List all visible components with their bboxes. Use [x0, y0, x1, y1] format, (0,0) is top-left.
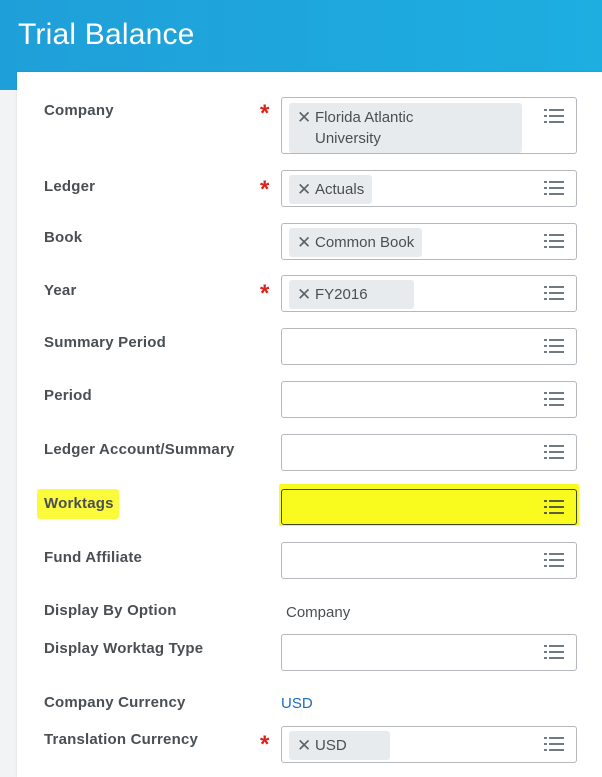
book-selected-pill: ✕ Common Book	[289, 228, 423, 257]
required-indicator: *	[260, 100, 270, 127]
form-panel: Company * ✕ Florida Atlantic University …	[17, 72, 602, 777]
ledger-account-summary-field[interactable]	[281, 434, 577, 471]
ledger-field[interactable]: ✕ Actuals	[281, 170, 577, 207]
period-field[interactable]	[281, 381, 577, 418]
page-title: Trial Balance	[18, 18, 195, 51]
list-prompt-icon[interactable]	[544, 286, 564, 302]
company-label: Company	[44, 102, 114, 119]
required-indicator: *	[260, 176, 270, 203]
list-prompt-icon[interactable]	[544, 181, 564, 197]
company-currency-label: Company Currency	[44, 694, 186, 711]
close-icon[interactable]: ✕	[297, 233, 311, 252]
close-icon[interactable]: ✕	[297, 180, 311, 199]
translation-currency-label: Translation Currency	[44, 731, 199, 748]
company-value-line1: Florida Atlantic	[315, 109, 414, 126]
list-prompt-icon[interactable]	[544, 737, 564, 753]
ledger-selected-pill: ✕ Actuals	[289, 175, 373, 204]
ledger-value: Actuals	[315, 181, 365, 198]
close-icon[interactable]: ✕	[297, 108, 311, 127]
year-selected-pill: ✕ FY2016	[289, 280, 414, 309]
list-prompt-icon[interactable]	[544, 553, 564, 569]
display-worktag-type-field[interactable]	[281, 634, 577, 671]
period-label: Period	[44, 387, 92, 404]
year-value: FY2016	[315, 286, 368, 303]
fund-affiliate-field[interactable]	[281, 542, 577, 579]
company-field[interactable]: ✕ Florida Atlantic University	[281, 97, 577, 154]
book-field[interactable]: ✕ Common Book	[281, 223, 577, 260]
required-indicator: *	[260, 731, 270, 758]
ledger-label: Ledger	[44, 178, 96, 195]
year-field[interactable]: ✕ FY2016	[281, 275, 577, 312]
summary-period-field[interactable]	[281, 328, 577, 365]
summary-period-label: Summary Period	[44, 334, 167, 351]
translation-currency-selected-pill: ✕ USD	[289, 731, 390, 760]
company-currency-link[interactable]: USD	[281, 695, 313, 712]
worktags-label: Worktags	[44, 495, 114, 512]
list-prompt-icon[interactable]	[544, 234, 564, 250]
close-icon[interactable]: ✕	[297, 285, 311, 304]
display-worktag-type-label: Display Worktag Type	[44, 640, 204, 657]
list-prompt-icon[interactable]	[544, 109, 564, 125]
fund-affiliate-label: Fund Affiliate	[44, 549, 143, 566]
display-by-option-label: Display By Option	[44, 602, 177, 619]
list-prompt-icon[interactable]	[544, 645, 564, 661]
display-by-option-value: Company	[286, 604, 351, 621]
close-icon[interactable]: ✕	[297, 736, 311, 755]
company-selected-pill: ✕ Florida Atlantic University	[289, 103, 522, 153]
ledger-account-summary-label: Ledger Account/Summary	[44, 441, 235, 458]
list-prompt-icon[interactable]	[544, 392, 564, 408]
list-prompt-icon[interactable]	[544, 500, 564, 516]
book-label: Book	[44, 229, 83, 246]
book-value: Common Book	[315, 234, 415, 251]
translation-currency-value: USD	[315, 737, 347, 754]
list-prompt-icon[interactable]	[544, 445, 564, 461]
worktags-field[interactable]	[281, 489, 577, 525]
translation-currency-field[interactable]: ✕ USD	[281, 726, 577, 763]
company-value-line2: University	[315, 130, 381, 147]
list-prompt-icon[interactable]	[544, 339, 564, 355]
year-label: Year	[44, 282, 77, 299]
required-indicator: *	[260, 280, 270, 307]
